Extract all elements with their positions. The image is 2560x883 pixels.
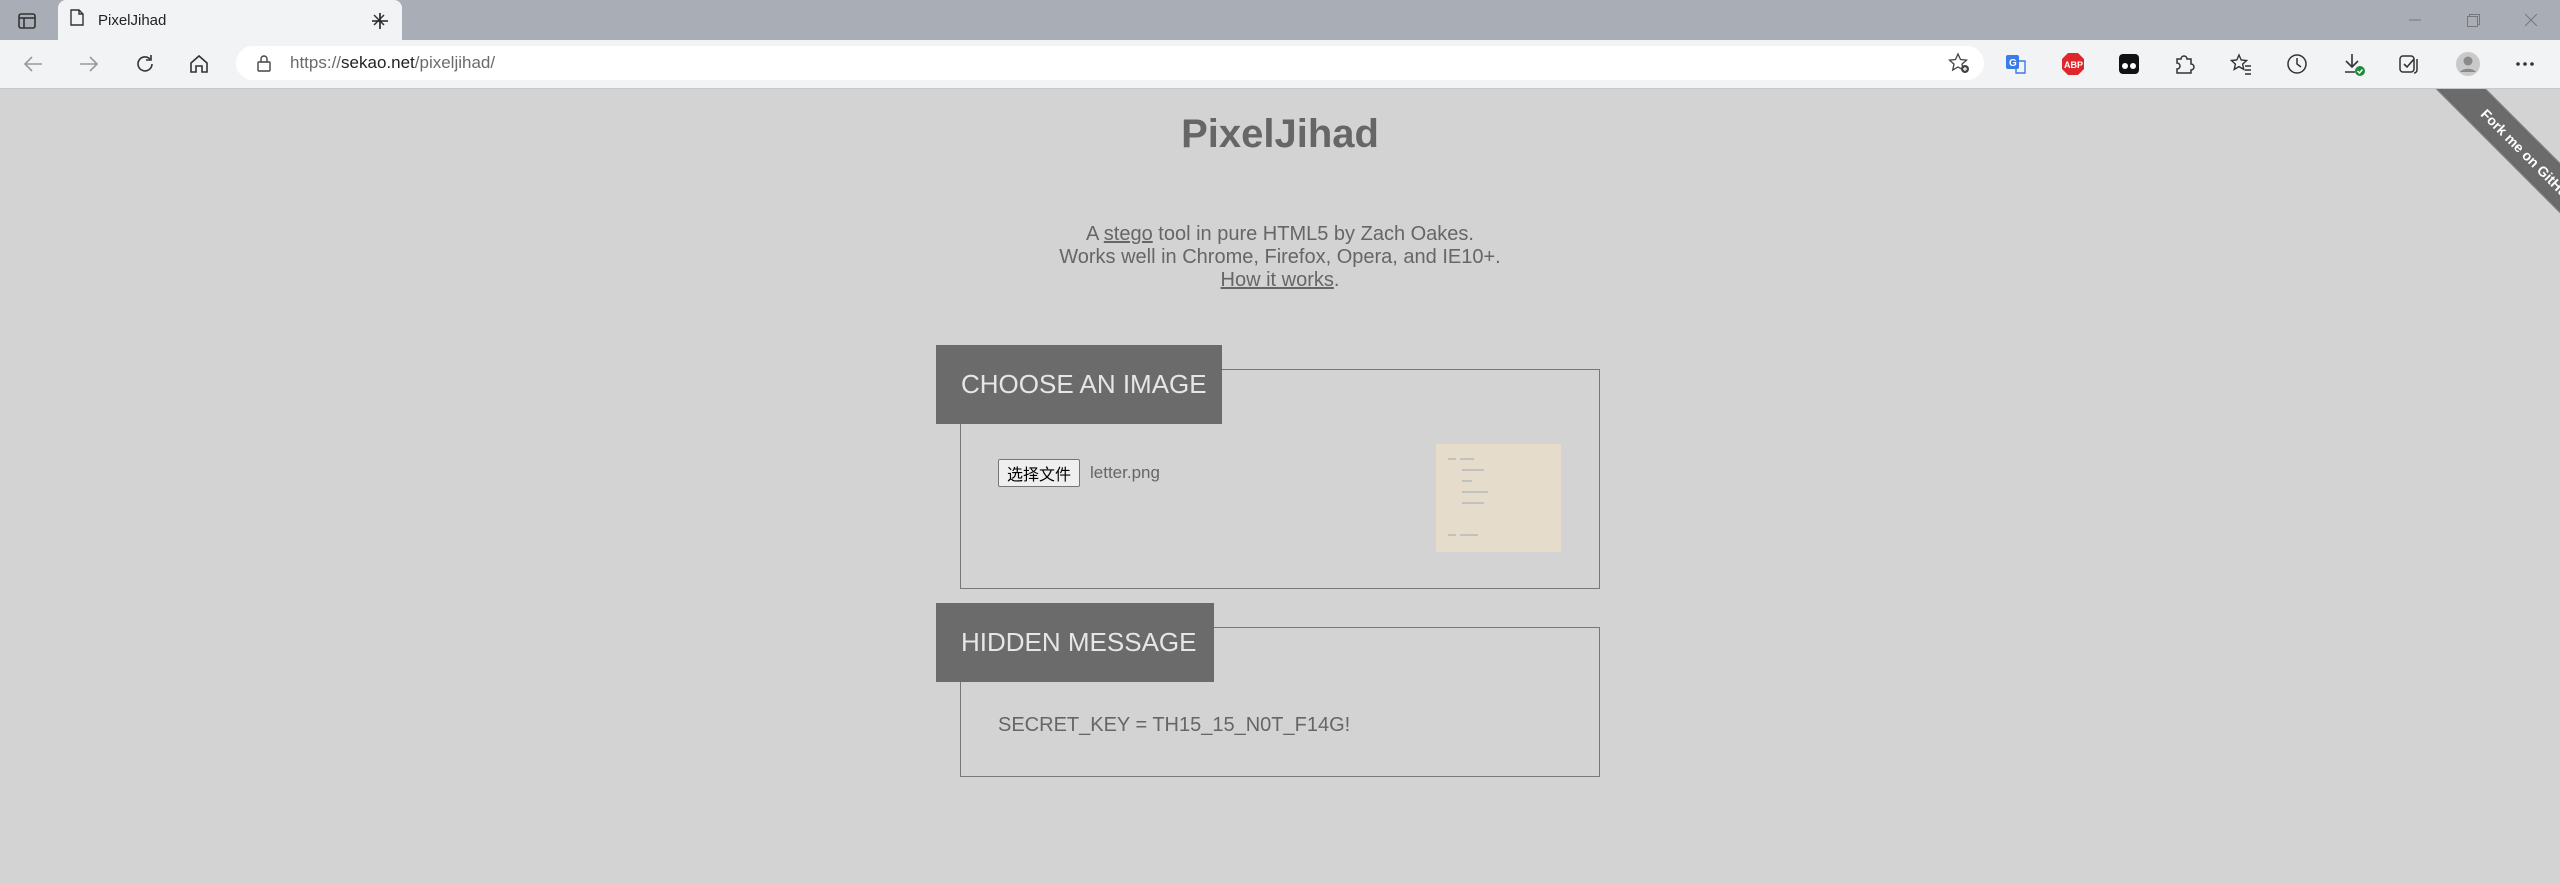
hidden-message-label: HIDDEN MESSAGE bbox=[936, 603, 1214, 682]
downloads-icon[interactable] bbox=[2340, 50, 2368, 78]
home-icon[interactable] bbox=[184, 49, 214, 79]
browser-support-text: Works well in Chrome, Firefox, Opera, an… bbox=[1059, 246, 1501, 268]
url-text[interactable]: https://sekao.net/pixeljihad/ bbox=[290, 53, 1946, 73]
tab-pixeljihad[interactable]: PixelJihad bbox=[58, 0, 402, 40]
page-icon bbox=[70, 9, 84, 31]
choose-image-label: CHOOSE AN IMAGE bbox=[936, 345, 1222, 424]
url-scheme: https:// bbox=[290, 53, 342, 72]
page-title: PixelJihad bbox=[1181, 112, 1379, 156]
translate-icon[interactable]: G bbox=[2002, 50, 2030, 78]
refresh-icon[interactable] bbox=[130, 49, 160, 79]
collections-icon[interactable] bbox=[2395, 50, 2423, 78]
tab-actions-icon[interactable] bbox=[14, 8, 40, 34]
new-tab-icon[interactable] bbox=[366, 8, 394, 34]
adblock-icon[interactable]: ABP bbox=[2059, 50, 2087, 78]
profile-avatar[interactable] bbox=[2454, 50, 2482, 78]
url-host: sekao.net bbox=[341, 53, 415, 72]
url-path: /pixeljihad/ bbox=[414, 53, 496, 72]
tab-title: PixelJihad bbox=[98, 11, 167, 29]
favorites-icon[interactable] bbox=[2227, 50, 2255, 78]
tampermonkey-icon[interactable] bbox=[2115, 50, 2143, 78]
lock-icon[interactable] bbox=[252, 51, 276, 75]
address-bar[interactable]: https://sekao.net/pixeljihad/ bbox=[236, 46, 1984, 80]
intro-prefix: A bbox=[1086, 223, 1104, 245]
intro-text: A stego tool in pure HTML5 by Zach Oakes… bbox=[0, 223, 2560, 292]
puzzle-extensions-icon[interactable] bbox=[2170, 50, 2198, 78]
svg-text:G: G bbox=[2009, 58, 2017, 69]
close-window-icon[interactable] bbox=[2502, 0, 2560, 40]
choose-file-button[interactable]: 选择文件 bbox=[998, 459, 1081, 487]
add-favorite-icon[interactable] bbox=[1946, 50, 1972, 76]
selected-file-name: letter.png bbox=[1090, 463, 1160, 482]
tab-strip: PixelJihad bbox=[0, 0, 2560, 40]
navigation-bar: https://sekao.net/pixeljihad/ G ABP bbox=[0, 40, 2560, 89]
restore-icon[interactable] bbox=[2444, 0, 2502, 40]
history-icon[interactable] bbox=[2283, 50, 2311, 78]
forward-icon[interactable] bbox=[74, 49, 104, 79]
stego-link[interactable]: stego bbox=[1104, 223, 1153, 245]
intro-suffix: tool in pure HTML5 by Zach Oakes. bbox=[1152, 223, 1474, 245]
image-preview bbox=[1436, 444, 1561, 552]
minimize-icon[interactable] bbox=[2386, 0, 2444, 40]
more-icon[interactable] bbox=[2511, 50, 2539, 78]
how-it-works-link[interactable]: How it works bbox=[1221, 269, 1334, 291]
back-icon[interactable] bbox=[18, 49, 48, 79]
adblock-label: ABP bbox=[2064, 60, 2083, 70]
hidden-message-text: SECRET_KEY = TH15_15_N0T_F14G! bbox=[998, 714, 1351, 736]
intro-period: . bbox=[1333, 269, 1340, 291]
